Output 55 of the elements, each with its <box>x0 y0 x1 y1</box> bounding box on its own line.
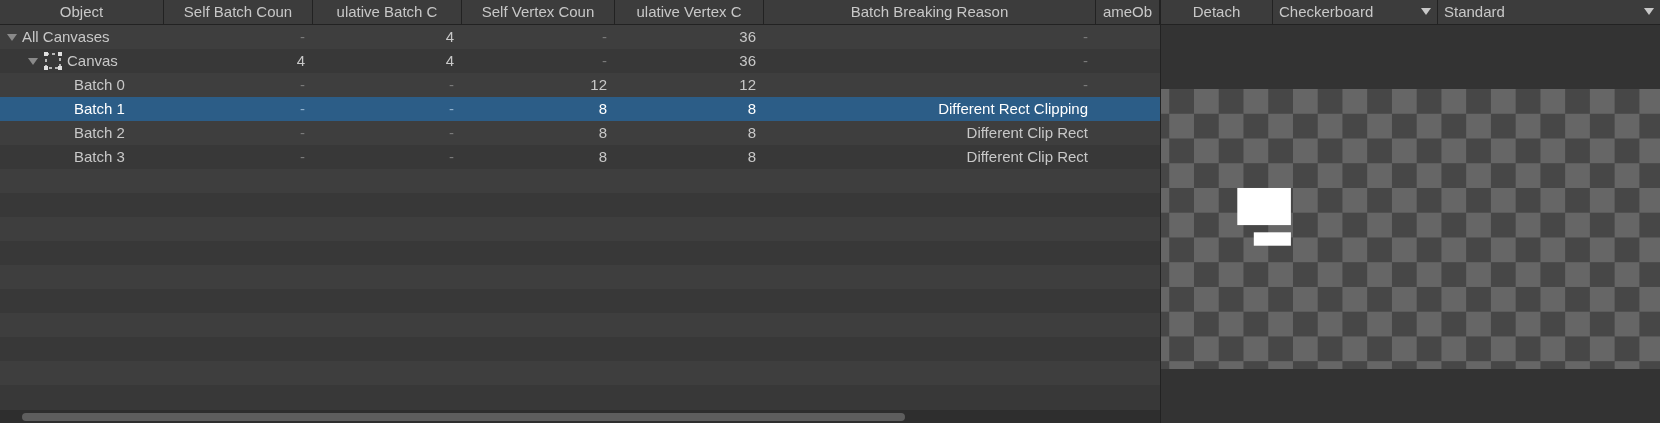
table-cell-text: - <box>449 74 454 95</box>
table-cell-text: 4 <box>296 50 305 71</box>
table-cell-text: - <box>1083 74 1088 95</box>
table-cell-text: 8 <box>747 146 756 167</box>
column-header[interactable]: Self Batch Coun <box>164 0 313 24</box>
table-cell-text: 8 <box>598 98 607 119</box>
object-name: All Canvases <box>22 26 110 47</box>
table-cell-text: - <box>602 50 607 71</box>
column-header[interactable]: Batch Breaking Reason <box>764 0 1096 24</box>
object-name: Canvas <box>67 50 118 71</box>
caret-icon <box>1644 8 1654 16</box>
object-name: Batch 1 <box>74 98 125 119</box>
detach-button[interactable]: Detach <box>1161 0 1273 24</box>
table-cell-text: Different Clip Rect <box>966 122 1088 143</box>
table-cell-text: - <box>602 26 607 47</box>
column-header[interactable]: ulative Vertex C <box>615 0 764 24</box>
table-cell-text: - <box>300 122 305 143</box>
table-cell-text: - <box>300 146 305 167</box>
background-dropdown[interactable]: Checkerboard <box>1273 0 1438 24</box>
expand-arrow-icon[interactable] <box>27 55 39 67</box>
column-header[interactable]: Object <box>0 0 164 24</box>
table-cell-text: - <box>449 122 454 143</box>
table-cell-text: 12 <box>590 74 607 95</box>
tree-row[interactable]: Batch 1 - - 8 8 Different Rect Clipping <box>0 97 1160 121</box>
horizontal-scrollbar[interactable] <box>0 410 1160 423</box>
tree-row[interactable]: Batch 0 - - 12 12 - <box>0 73 1160 97</box>
table-cell-text: 4 <box>445 26 454 47</box>
table-cell-text: 36 <box>739 50 756 71</box>
expand-arrow-icon[interactable] <box>6 31 18 43</box>
table-cell-text: 36 <box>739 26 756 47</box>
table-cell-text: Different Rect Clipping <box>938 98 1088 119</box>
table-cell-text: Different Clip Rect <box>966 146 1088 167</box>
column-header[interactable]: ulative Batch C <box>313 0 462 24</box>
object-name: Batch 3 <box>74 146 125 167</box>
mode-dropdown[interactable]: Standard <box>1438 0 1660 24</box>
table-cell-text: - <box>1083 26 1088 47</box>
table-cell-text: 4 <box>445 50 454 71</box>
tree-row[interactable]: Batch 2 - - 8 8 Different Clip Rect <box>0 121 1160 145</box>
table-cell-text: 8 <box>598 122 607 143</box>
table-cell-text: - <box>449 98 454 119</box>
table-cell-text: - <box>1083 50 1088 71</box>
caret-icon <box>1421 8 1431 16</box>
column-header[interactable]: ameOb <box>1096 0 1160 24</box>
table-cell-text: - <box>300 98 305 119</box>
table-cell-text: 12 <box>739 74 756 95</box>
tree-row[interactable]: All Canvases - 4 - 36 - <box>0 25 1160 49</box>
table-cell-text: 8 <box>747 122 756 143</box>
table-cell-text: 8 <box>598 146 607 167</box>
object-name: Batch 0 <box>74 74 125 95</box>
table-cell-text: - <box>300 74 305 95</box>
table-cell-text: - <box>449 146 454 167</box>
object-name: Batch 2 <box>74 122 125 143</box>
column-header[interactable]: Self Vertex Coun <box>462 0 615 24</box>
table-cell-text: - <box>300 26 305 47</box>
table-cell-text: 8 <box>747 98 756 119</box>
